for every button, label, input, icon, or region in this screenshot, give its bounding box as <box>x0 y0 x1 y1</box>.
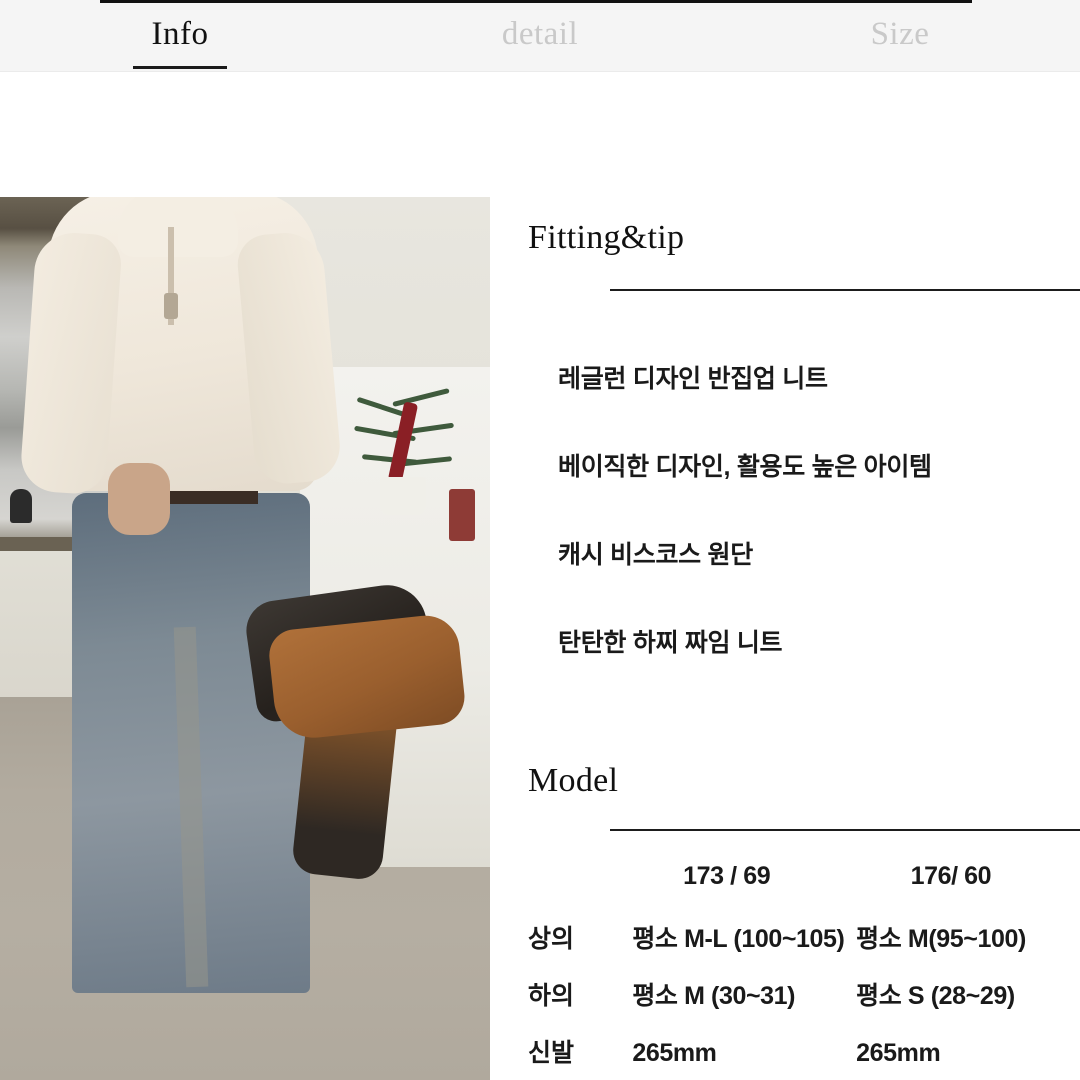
held-jacket-brown <box>266 612 468 742</box>
row-label: 신발 <box>528 1039 575 1067</box>
page-content: Fitting&tip 레글런 디자인 반집업 니트 베이직한 디자인, 활용도… <box>0 72 1080 1080</box>
fitting-tip-item: 탄탄한 하찌 짜임 니트 <box>558 629 783 657</box>
fitting-tip-item: 베이직한 디자인, 활용도 높은 아이템 <box>558 453 932 481</box>
tab-bar: Info detail Size <box>0 0 1080 72</box>
row-value-model-b: 평소 S (28~29) <box>856 982 1015 1010</box>
painting-figure <box>10 489 32 523</box>
table-row: 상의 평소 M-L (100~105) 평소 M(95~100) <box>528 919 1080 976</box>
row-label: 하의 <box>528 982 575 1010</box>
table-header-row: 173 / 69 176/ 60 <box>528 862 1080 919</box>
fitting-tip-rule <box>610 289 1080 291</box>
row-label: 상의 <box>528 925 575 953</box>
row-value-model-a: 265mm <box>632 1039 717 1067</box>
tab-size-label: Size <box>870 15 930 52</box>
model-b-header: 176/ 60 <box>910 862 992 890</box>
row-value-model-b: 평소 M(95~100) <box>856 925 1026 953</box>
tab-detail-label: detail <box>501 15 579 52</box>
fitting-tip-list: 레글런 디자인 반집업 니트 베이직한 디자인, 활용도 높은 아이템 캐시 비… <box>558 367 1078 719</box>
knit-zipper-pull <box>164 293 178 319</box>
plant-pot <box>380 477 426 515</box>
row-value-model-a: 평소 M (30~31) <box>632 982 796 1010</box>
red-can <box>449 489 475 541</box>
tab-info[interactable]: Info <box>0 15 360 69</box>
tab-active-underline <box>133 65 227 69</box>
fitting-tip-heading: Fitting&tip <box>528 219 685 256</box>
row-value-model-b: 265mm <box>856 1039 941 1067</box>
model-a-header: 173 / 69 <box>683 862 771 890</box>
model-size-table: 173 / 69 176/ 60 상의 평소 M-L (100~105) 평소 … <box>528 862 1080 1080</box>
table-row: 신발 265mm 265mm <box>528 1033 1080 1080</box>
product-photo <box>0 197 490 1080</box>
fitting-tip-item: 레글런 디자인 반집업 니트 <box>558 365 828 393</box>
model-knit-sleeve-left <box>19 230 123 496</box>
table-row: 하의 평소 M (30~31) 평소 S (28~29) <box>528 976 1080 1033</box>
info-column: Fitting&tip 레글런 디자인 반집업 니트 베이직한 디자인, 활용도… <box>490 72 1080 1080</box>
fitting-tip-item: 캐시 비스코스 원단 <box>558 541 753 569</box>
photo-scene <box>0 197 490 1080</box>
tab-detail[interactable]: detail <box>360 16 720 57</box>
tab-info-label: Info <box>151 15 209 52</box>
model-rule <box>610 829 1080 831</box>
model-hand-left <box>108 463 170 535</box>
knit-collar <box>118 197 238 257</box>
tab-size[interactable]: Size <box>720 16 1080 57</box>
row-value-model-a: 평소 M-L (100~105) <box>632 925 845 953</box>
tab-list: Info detail Size <box>0 0 1080 72</box>
model-heading: Model <box>528 762 619 799</box>
